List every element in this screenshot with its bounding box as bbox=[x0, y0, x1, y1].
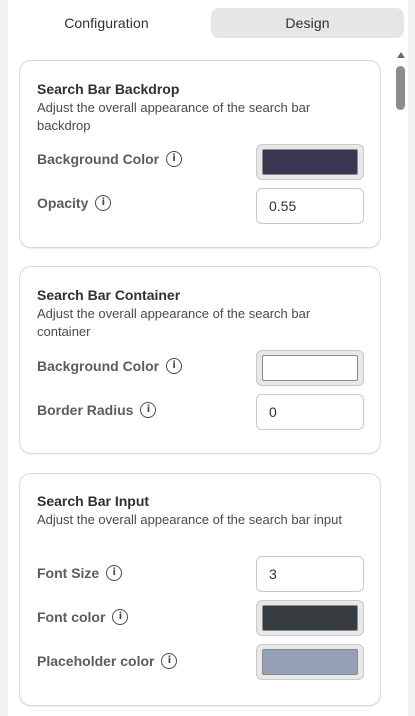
color-swatch bbox=[262, 149, 358, 175]
tab-bar: Configuration Design bbox=[10, 8, 404, 40]
info-icon[interactable]: i bbox=[112, 609, 129, 625]
font-color-picker[interactable] bbox=[256, 600, 364, 636]
field-label: Background Color bbox=[37, 358, 160, 374]
font-size-label: Font Size i bbox=[37, 565, 123, 581]
tab-design[interactable]: Design bbox=[211, 8, 404, 38]
tab-configuration[interactable]: Configuration bbox=[10, 8, 203, 38]
section-description: Adjust the overall appearance of the sea… bbox=[37, 512, 342, 527]
info-icon[interactable]: i bbox=[161, 653, 178, 669]
scrollbar-thumb[interactable] bbox=[396, 66, 405, 110]
section-description: Adjust the overall appearance of the sea… bbox=[37, 306, 311, 339]
search-bar-backdrop-card: Search Bar Backdrop Adjust the overall a… bbox=[19, 60, 381, 248]
section-description: Adjust the overall appearance of the sea… bbox=[37, 100, 311, 133]
field-label: Font Size bbox=[37, 565, 100, 581]
field-label: Opacity bbox=[37, 195, 89, 211]
border-radius-label: Border Radius i bbox=[37, 402, 157, 418]
info-icon[interactable]: i bbox=[95, 195, 112, 211]
vertical-scrollbar[interactable] bbox=[394, 48, 408, 716]
design-panel: Configuration Design Search Bar Backdrop… bbox=[8, 0, 408, 716]
placeholder-color-label: Placeholder color i bbox=[37, 653, 178, 669]
section-title: Search Bar Backdrop bbox=[37, 81, 180, 97]
placeholder-color-picker[interactable] bbox=[256, 644, 364, 680]
scroll-up-arrow-icon[interactable] bbox=[397, 52, 405, 58]
font-color-label: Font color i bbox=[37, 609, 129, 625]
info-icon[interactable]: i bbox=[106, 565, 123, 581]
field-label: Font color bbox=[37, 609, 106, 625]
border-radius-input[interactable]: 0 bbox=[256, 394, 364, 430]
settings-scroll-area: Search Bar Backdrop Adjust the overall a… bbox=[8, 48, 394, 716]
color-swatch bbox=[262, 605, 358, 631]
color-swatch bbox=[262, 355, 358, 381]
backdrop-background-color-label: Background Color i bbox=[37, 151, 183, 167]
field-label: Placeholder color bbox=[37, 653, 155, 669]
section-title: Search Bar Container bbox=[37, 287, 181, 303]
color-swatch bbox=[262, 649, 358, 675]
backdrop-background-color-picker[interactable] bbox=[256, 144, 364, 180]
info-icon[interactable]: i bbox=[166, 151, 183, 167]
container-background-color-label: Background Color i bbox=[37, 358, 183, 374]
info-icon[interactable]: i bbox=[140, 402, 157, 418]
search-bar-container-card: Search Bar Container Adjust the overall … bbox=[19, 266, 381, 454]
font-size-input[interactable]: 3 bbox=[256, 556, 364, 592]
container-background-color-picker[interactable] bbox=[256, 350, 364, 386]
field-label: Background Color bbox=[37, 151, 160, 167]
opacity-label: Opacity i bbox=[37, 195, 112, 211]
opacity-input[interactable]: 0.55 bbox=[256, 188, 364, 224]
section-title: Search Bar Input bbox=[37, 493, 150, 509]
info-icon[interactable]: i bbox=[166, 358, 183, 374]
search-bar-input-card: Search Bar Input Adjust the overall appe… bbox=[19, 473, 381, 706]
field-label: Border Radius bbox=[37, 402, 134, 418]
